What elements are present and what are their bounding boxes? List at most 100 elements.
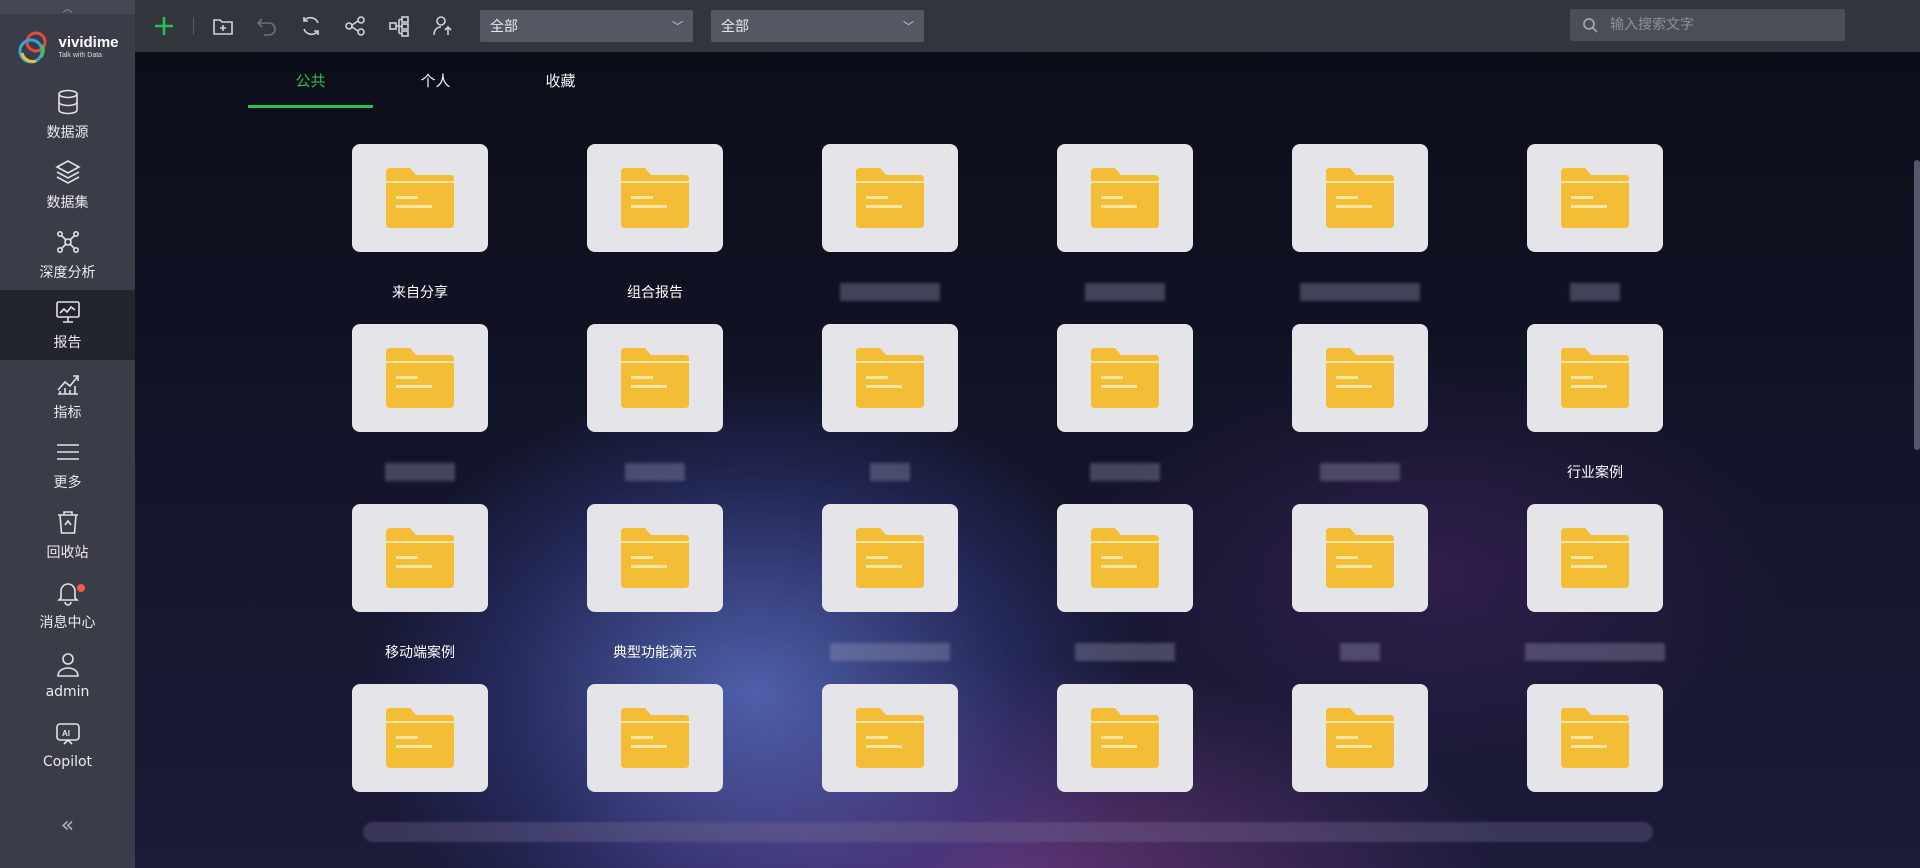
folder-card[interactable] (587, 504, 723, 612)
collapse-sidebar-button[interactable]: « (61, 813, 74, 838)
folder-label (1090, 462, 1160, 482)
folder-icon (1561, 708, 1629, 768)
redacted-label (625, 463, 685, 481)
sidebar-item-messages[interactable]: 消息中心 (0, 570, 135, 640)
folder-item[interactable]: 来自分享 (352, 144, 488, 324)
sidebar-item-dataset[interactable]: 数据集 (0, 150, 135, 220)
sidebar-item-recycle[interactable]: 回收站 (0, 500, 135, 570)
folder-item[interactable] (1057, 324, 1193, 504)
folder-icon (1091, 528, 1159, 588)
search-input[interactable] (1610, 17, 1810, 33)
vertical-scrollbar[interactable] (1914, 160, 1920, 450)
folder-item[interactable] (1057, 144, 1193, 324)
folder-card[interactable] (1057, 684, 1193, 792)
tree-button[interactable] (384, 11, 414, 41)
folder-label: 典型功能演示 (613, 645, 697, 661)
folder-item[interactable] (822, 144, 958, 324)
folder-card[interactable] (587, 684, 723, 792)
folder-card[interactable] (1527, 684, 1663, 792)
folder-item[interactable] (587, 324, 723, 504)
sidebar-item-datasource[interactable]: 数据源 (0, 80, 135, 150)
sidebar-item-copilot[interactable]: AI Copilot (0, 710, 135, 780)
folder-item[interactable]: 典型功能演示 (587, 504, 723, 684)
folder-item[interactable] (822, 504, 958, 684)
folder-card[interactable] (822, 504, 958, 612)
folder-item[interactable] (1057, 504, 1193, 684)
tab-favorites[interactable]: 收藏 (498, 52, 623, 108)
toolbar: 全部 ﹀ 全部 ﹀ (135, 0, 1920, 52)
folder-card[interactable] (1527, 144, 1663, 252)
filter-select-1[interactable]: 全部 ﹀ (480, 10, 693, 42)
folder-card[interactable] (352, 144, 488, 252)
network-icon (56, 230, 79, 253)
toolbar-divider (193, 17, 194, 35)
user-upload-icon (433, 16, 452, 36)
folder-card[interactable] (352, 684, 488, 792)
sidebar-item-report[interactable]: 报告 (0, 290, 135, 360)
folder-grid: 来自分享 组合报告行业案例移动端案例 典型功能演示 (352, 144, 1665, 864)
folder-label (385, 462, 455, 482)
folder-card[interactable] (1527, 504, 1663, 612)
database-icon (57, 89, 78, 115)
folder-item[interactable] (1527, 144, 1663, 324)
menu-icon (56, 444, 79, 460)
svg-text:AI: AI (62, 729, 70, 738)
sidebar-item-user[interactable]: admin (0, 640, 135, 710)
sidebar-item-label: 深度分析 (39, 265, 96, 281)
folder-card[interactable] (1292, 684, 1428, 792)
folder-card[interactable] (1527, 324, 1663, 432)
folder-item[interactable] (352, 324, 488, 504)
folder-item[interactable] (822, 324, 958, 504)
redacted-label (1075, 643, 1175, 661)
folder-card[interactable] (352, 324, 488, 432)
folder-card[interactable] (1292, 144, 1428, 252)
layers-icon (54, 160, 81, 184)
folder-icon (386, 348, 454, 408)
sidebar-item-label: 数据集 (46, 195, 89, 211)
tab-public[interactable]: 公共 (248, 52, 373, 108)
sidebar-item-metrics[interactable]: 指标 (0, 360, 135, 430)
refresh-button[interactable] (296, 11, 326, 41)
folder-card[interactable] (1292, 504, 1428, 612)
chevron-up-icon[interactable]: ︿ (0, 0, 135, 15)
folder-icon (1561, 528, 1629, 588)
folder-label (625, 462, 685, 482)
folder-item[interactable]: 行业案例 (1527, 324, 1663, 504)
sidebar-item-more[interactable]: 更多 (0, 430, 135, 500)
folder-card[interactable] (822, 684, 958, 792)
folder-label (1300, 282, 1420, 302)
folder-card[interactable] (1292, 324, 1428, 432)
horizontal-scrollbar[interactable] (363, 822, 1653, 842)
folder-label (1570, 282, 1620, 302)
folder-label: 组合报告 (627, 285, 683, 301)
folder-card[interactable] (587, 324, 723, 432)
user-share-button[interactable] (428, 11, 458, 41)
sidebar-item-analysis[interactable]: 深度分析 (0, 220, 135, 290)
folder-card[interactable] (352, 504, 488, 612)
tab-personal[interactable]: 个人 (373, 52, 498, 108)
share-button[interactable] (340, 11, 370, 41)
folder-item[interactable] (1292, 144, 1428, 324)
folder-item[interactable] (1525, 504, 1665, 684)
add-button[interactable] (149, 11, 179, 41)
search-box (1570, 9, 1845, 41)
user-icon (56, 653, 79, 677)
folder-card[interactable] (1057, 324, 1193, 432)
folder-icon (621, 708, 689, 768)
folder-card[interactable] (1057, 144, 1193, 252)
new-folder-button[interactable] (208, 11, 238, 41)
folder-item[interactable] (1292, 504, 1428, 684)
undo-button[interactable] (252, 11, 282, 41)
brand-name: vividime (58, 34, 119, 51)
folder-item[interactable]: 组合报告 (587, 144, 723, 324)
folder-card[interactable] (822, 144, 958, 252)
folder-card[interactable] (1057, 504, 1193, 612)
folder-item[interactable]: 移动端案例 (352, 504, 488, 684)
filter-select-2[interactable]: 全部 ﹀ (711, 10, 924, 42)
folder-label (1075, 642, 1175, 662)
folder-card[interactable] (587, 144, 723, 252)
select-value: 全部 (721, 19, 749, 35)
folder-card[interactable] (822, 324, 958, 432)
redacted-label (830, 643, 950, 661)
folder-item[interactable] (1292, 324, 1428, 504)
